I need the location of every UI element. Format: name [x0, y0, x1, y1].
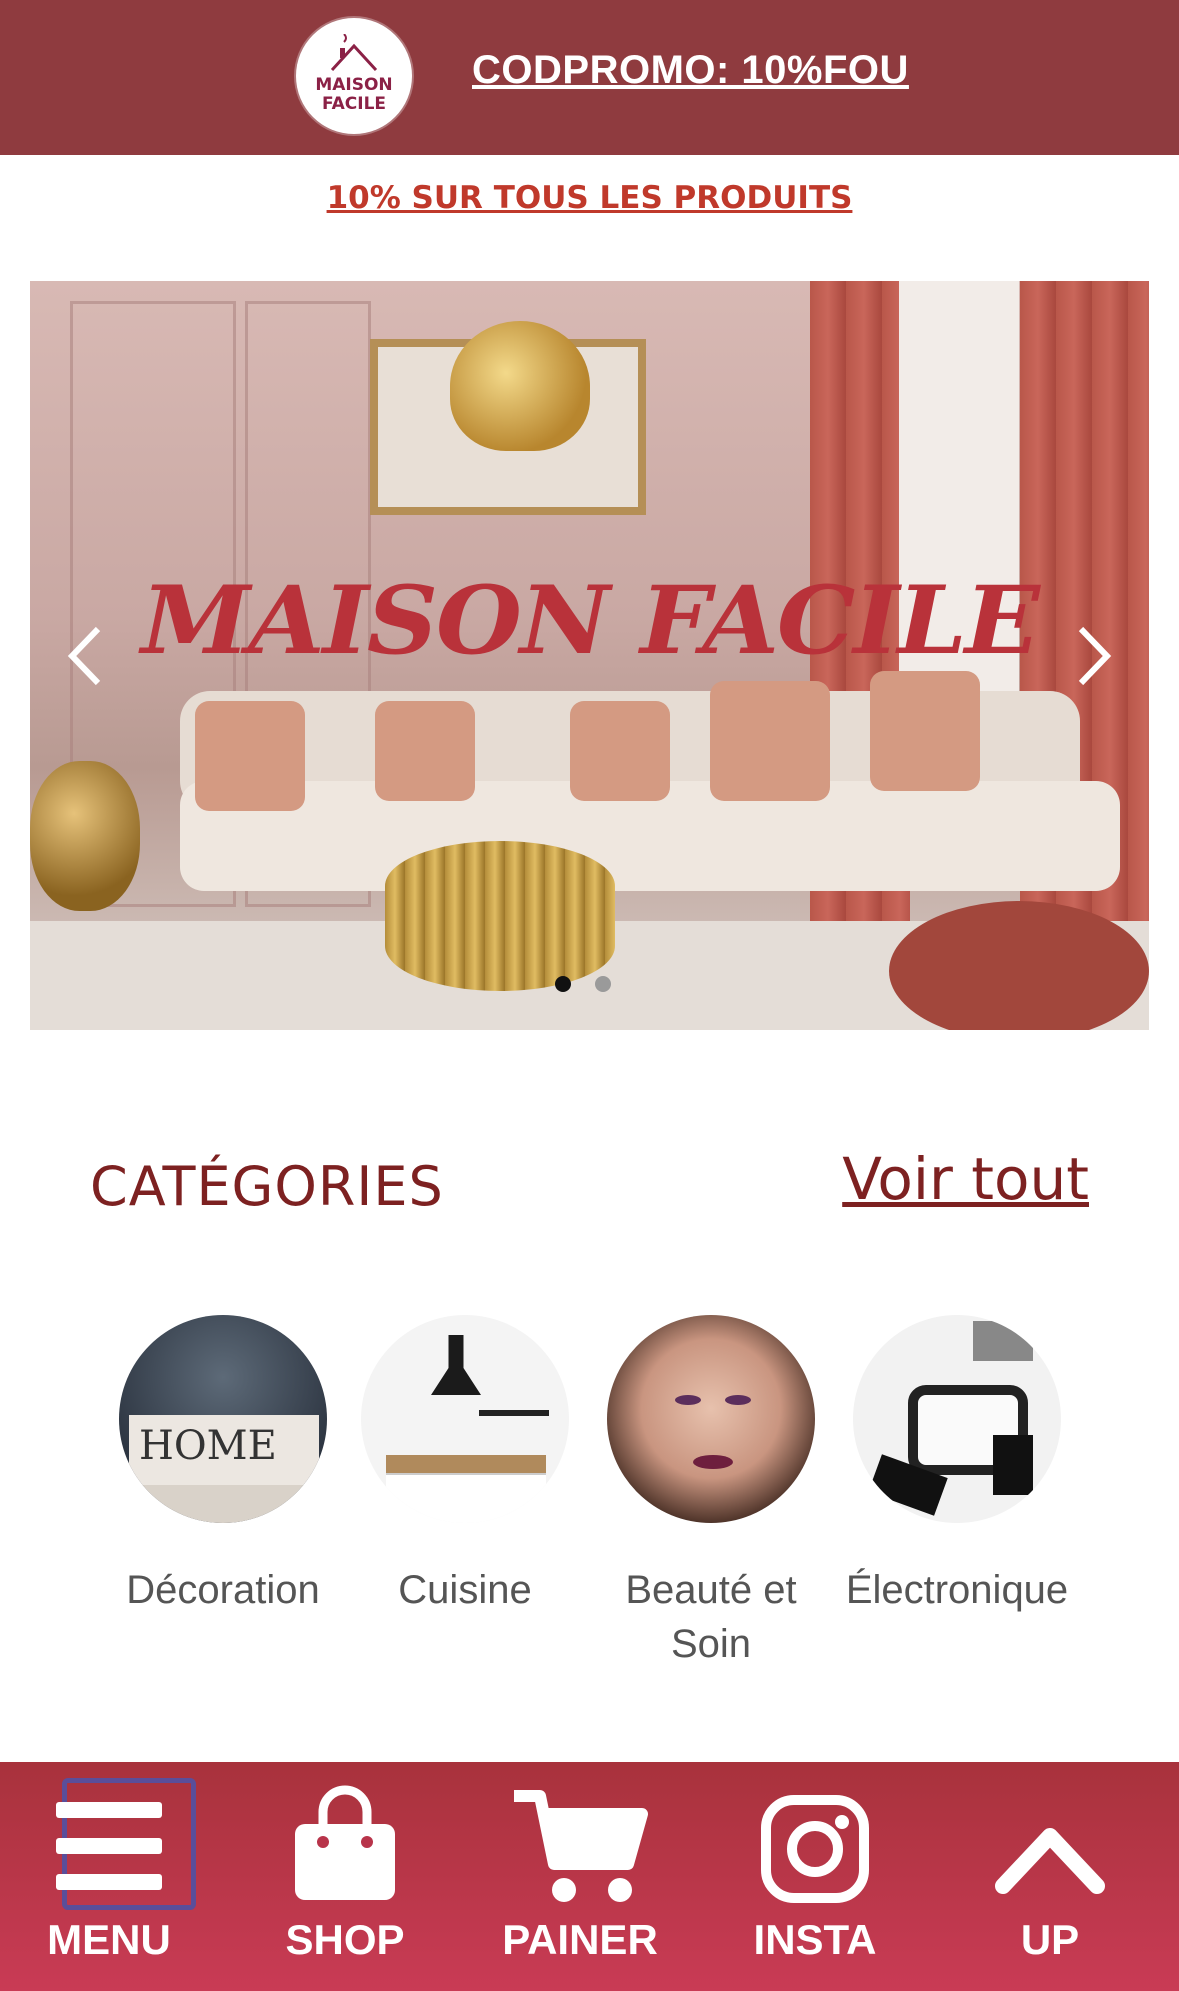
- beauty-image: [607, 1315, 815, 1523]
- nav-instagram-button[interactable]: INSTA: [725, 1762, 905, 1991]
- slider-next-button[interactable]: [1069, 621, 1119, 691]
- nav-label: MENU: [47, 1916, 171, 1963]
- category-label: Beauté et Soin: [625, 1568, 797, 1666]
- see-all-link[interactable]: Voir tout: [842, 1145, 1089, 1213]
- nav-up-button[interactable]: UP: [960, 1762, 1140, 1991]
- top-header: MAISON FACILE CODPROMO: 10%FOU: [0, 0, 1179, 155]
- instagram-icon: [761, 1795, 869, 1903]
- brand-logo[interactable]: MAISON FACILE: [296, 18, 412, 134]
- ottoman: [889, 901, 1149, 1030]
- nav-label: PAINER: [502, 1916, 658, 1963]
- category-label: Cuisine: [398, 1568, 532, 1612]
- nav-shop-button[interactable]: SHOP: [255, 1762, 435, 1991]
- pillow: [195, 701, 305, 811]
- slider-dot-2[interactable]: [595, 976, 611, 992]
- house-icon: [330, 34, 378, 72]
- chevron-left-icon: [67, 626, 101, 686]
- kitchen-image: [361, 1315, 569, 1523]
- nav-label: UP: [1020, 1916, 1080, 1963]
- categories-title: CATÉGORIES: [90, 1155, 444, 1218]
- category-cuisine[interactable]: Cuisine: [350, 1315, 580, 1617]
- hamburger-icon: [56, 1802, 162, 1890]
- hero-slider[interactable]: MAISON FACILE: [30, 281, 1149, 1030]
- home-decor-image: HOME: [119, 1315, 327, 1523]
- gold-vase: [30, 761, 140, 911]
- category-electronique[interactable]: Électronique: [842, 1315, 1072, 1617]
- nav-label: INSTA: [753, 1916, 877, 1963]
- promo-code-link[interactable]: CODPROMO: 10%FOU: [472, 48, 909, 93]
- bottom-nav: MENU SHOP PAINER INSTA UP: [0, 1762, 1179, 1991]
- chevron-up-icon: [995, 1828, 1105, 1894]
- cart-icon: [514, 1790, 648, 1902]
- slider-prev-button[interactable]: [60, 621, 110, 691]
- logo-text-line2: FACILE: [321, 94, 387, 114]
- slider-dots: [555, 976, 635, 996]
- category-label: Décoration: [126, 1568, 320, 1612]
- pillow: [570, 701, 670, 801]
- pillow: [375, 701, 475, 801]
- pendant-lamp: [450, 321, 590, 451]
- chevron-right-icon: [1078, 626, 1112, 686]
- slider-dot-1[interactable]: [555, 976, 571, 992]
- electronics-image: [853, 1315, 1061, 1523]
- gold-coffee-table: [385, 841, 615, 991]
- shopping-bag-icon: [295, 1785, 395, 1900]
- category-beaute[interactable]: Beauté et Soin: [596, 1315, 826, 1671]
- nav-cart-button[interactable]: PAINER: [490, 1762, 670, 1991]
- pillow: [710, 681, 830, 801]
- category-decoration[interactable]: HOME Décoration: [108, 1315, 338, 1617]
- category-label: Électronique: [845, 1568, 1069, 1612]
- logo-text-line1: MAISON: [315, 75, 393, 95]
- hero-title: MAISON FACILE: [141, 566, 1040, 676]
- subpromo-link[interactable]: 10% SUR TOUS LES PRODUITS: [0, 180, 1179, 216]
- pillow: [870, 671, 980, 791]
- nav-menu-button[interactable]: MENU: [20, 1762, 198, 1991]
- nav-label: SHOP: [285, 1916, 405, 1963]
